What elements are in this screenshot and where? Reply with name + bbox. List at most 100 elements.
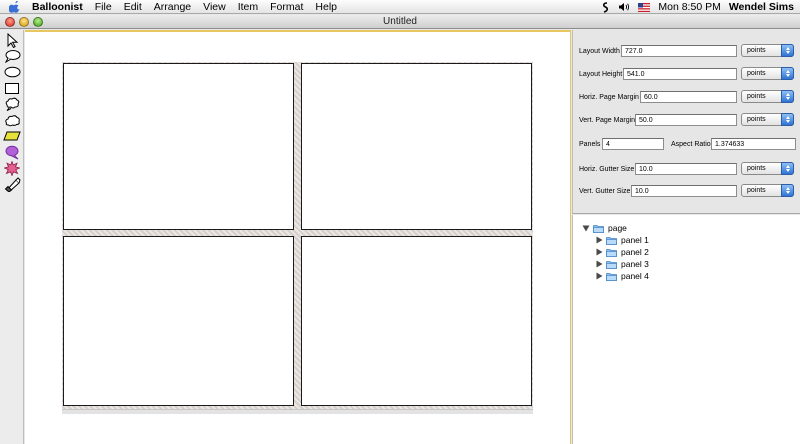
menu-edit[interactable]: Edit <box>118 1 148 13</box>
layout-height-unit-popup[interactable]: points <box>741 67 794 80</box>
burst-tool-button[interactable] <box>3 160 21 176</box>
vert-margin-unit-popup[interactable]: points <box>741 113 794 126</box>
layout-width-unit-label: points <box>747 47 766 54</box>
menu-bar: Balloonist File Edit Arrange View Item F… <box>0 0 800 14</box>
tree-item-label: page <box>608 223 627 233</box>
menu-app-name[interactable]: Balloonist <box>30 1 89 13</box>
menu-item[interactable]: Item <box>232 1 264 13</box>
panels-label: Panels <box>579 140 601 148</box>
layout-width-label: Layout Width <box>579 47 620 55</box>
cloud-tool-button[interactable] <box>3 112 21 128</box>
close-window-button[interactable] <box>5 17 15 27</box>
panels-field[interactable] <box>602 138 664 150</box>
layer-outline: page panel 1 panel 2 panel 3 panel 4 <box>572 215 800 444</box>
folder-icon <box>593 224 604 233</box>
rectangle-tool-button[interactable] <box>3 80 21 96</box>
menu-format[interactable]: Format <box>264 1 309 13</box>
panel-1[interactable] <box>63 63 294 230</box>
popup-arrows-icon <box>781 184 794 197</box>
page-bottom-margin <box>62 409 533 414</box>
popup-arrows-icon <box>781 44 794 57</box>
horiz-gutter-field[interactable] <box>635 163 737 175</box>
script-menu-icon[interactable] <box>601 1 610 13</box>
disclosure-triangle-closed-icon[interactable] <box>595 260 603 268</box>
vert-margin-field[interactable] <box>635 114 737 126</box>
menu-arrange[interactable]: Arrange <box>148 1 197 13</box>
vert-gutter-label: Vert. Gutter Size <box>579 187 631 195</box>
horiz-margin-row: Horiz. Page Margin <box>579 91 737 103</box>
panel-4[interactable] <box>301 236 532 406</box>
tree-item-page[interactable]: page <box>582 222 627 234</box>
horiz-gutter-unit-label: points <box>747 165 766 172</box>
menu-file[interactable]: File <box>89 1 118 13</box>
caption-tool-button[interactable] <box>3 128 21 144</box>
volume-icon[interactable] <box>618 2 630 12</box>
layout-height-field[interactable] <box>623 68 737 80</box>
horiz-gutter-unit-popup[interactable]: points <box>741 162 794 175</box>
tree-item-panel-4[interactable]: panel 4 <box>595 270 649 282</box>
vert-gutter-field[interactable] <box>631 185 737 197</box>
horiz-margin-label: Horiz. Page Margin <box>579 93 639 101</box>
popup-arrows-icon <box>781 113 794 126</box>
cap-tool-icon <box>4 176 21 192</box>
menu-view[interactable]: View <box>197 1 232 13</box>
rectangle-tool-icon <box>5 82 19 94</box>
horiz-gutter-label: Horiz. Gutter Size <box>579 165 635 173</box>
oval-tool-button[interactable] <box>3 64 21 80</box>
layout-height-row: Layout Height <box>579 68 737 80</box>
layout-canvas[interactable] <box>25 30 571 444</box>
layout-width-field[interactable] <box>621 45 737 57</box>
whisper-balloon-tool-button[interactable] <box>3 144 21 160</box>
menu-user-name[interactable]: Wendel Sims <box>729 1 794 13</box>
window-title-bar: Untitled <box>0 15 800 29</box>
vert-gutter-unit-label: points <box>747 187 766 194</box>
layout-width-unit-popup[interactable]: points <box>741 44 794 57</box>
apple-menu-icon[interactable] <box>9 0 21 13</box>
folder-icon <box>606 236 617 245</box>
panels-row: Panels Aspect Ratio <box>579 138 796 150</box>
tree-item-label: panel 2 <box>621 247 649 257</box>
arrow-tool-button[interactable] <box>3 32 21 48</box>
menu-clock[interactable]: Mon 8:50 PM <box>658 1 720 13</box>
burst-tool-icon <box>4 160 20 176</box>
disclosure-triangle-closed-icon[interactable] <box>595 236 603 244</box>
tree-item-panel-2[interactable]: panel 2 <box>595 246 649 258</box>
tree-item-panel-1[interactable]: panel 1 <box>595 234 649 246</box>
tree-item-panel-3[interactable]: panel 3 <box>595 258 649 270</box>
disclosure-triangle-open-icon[interactable] <box>582 224 590 232</box>
aspect-ratio-label: Aspect Ratio <box>671 140 711 148</box>
thought-balloon-tool-button[interactable] <box>3 96 21 112</box>
layout-width-row: Layout Width <box>579 45 737 57</box>
speech-balloon-tool-icon <box>4 50 20 63</box>
layout-height-label: Layout Height <box>579 70 623 78</box>
aspect-ratio-field[interactable] <box>711 138 796 150</box>
tree-item-label: panel 3 <box>621 259 649 269</box>
horiz-margin-unit-popup[interactable]: points <box>741 90 794 103</box>
popup-arrows-icon <box>781 90 794 103</box>
vert-gutter-row: Vert. Gutter Size <box>579 185 737 197</box>
folder-icon <box>606 260 617 269</box>
minimize-window-button[interactable] <box>19 17 29 27</box>
tree-item-label: panel 4 <box>621 271 649 281</box>
speech-balloon-tool-button[interactable] <box>3 48 21 64</box>
thought-balloon-tool-icon <box>5 97 19 111</box>
folder-icon <box>606 272 617 281</box>
disclosure-triangle-closed-icon[interactable] <box>595 248 603 256</box>
page[interactable] <box>62 62 533 413</box>
vert-gutter-unit-popup[interactable]: points <box>741 184 794 197</box>
horiz-margin-field[interactable] <box>640 91 737 103</box>
menu-help[interactable]: Help <box>309 1 343 13</box>
window-title: Untitled <box>383 16 417 27</box>
disclosure-triangle-closed-icon[interactable] <box>595 272 603 280</box>
popup-arrows-icon <box>781 162 794 175</box>
panel-2[interactable] <box>301 63 532 230</box>
arrow-tool-icon <box>7 32 19 48</box>
us-flag-icon[interactable] <box>638 2 651 12</box>
vert-margin-label: Vert. Page Margin <box>579 116 636 124</box>
whisper-balloon-tool-icon <box>5 145 19 159</box>
caption-tool-icon <box>3 131 21 141</box>
cap-tool-button[interactable] <box>3 176 21 192</box>
panel-3[interactable] <box>63 236 294 406</box>
zoom-window-button[interactable] <box>33 17 43 27</box>
vert-margin-row: Vert. Page Margin <box>579 114 737 126</box>
